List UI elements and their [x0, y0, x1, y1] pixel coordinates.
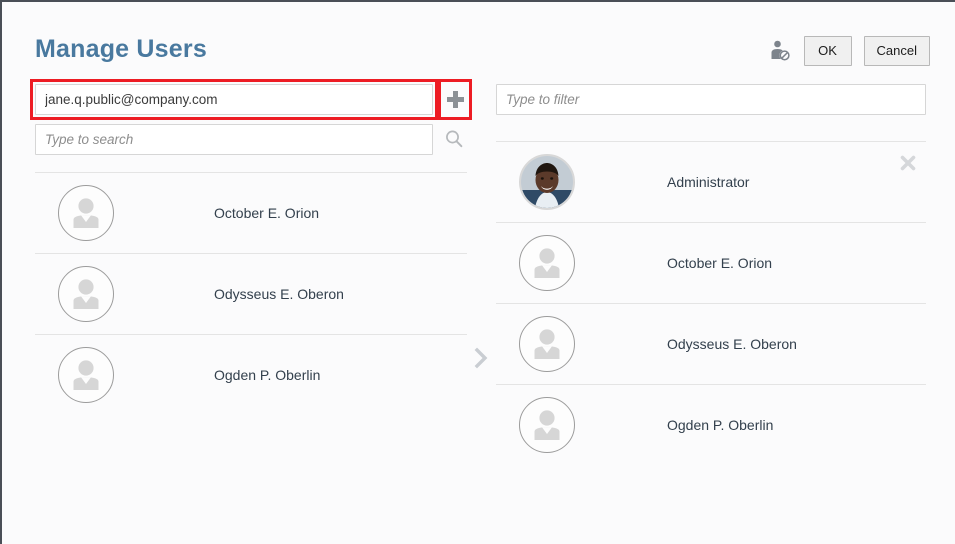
search-results-list: October E. Orion Odysseus E. Oberon Ogde… — [35, 172, 467, 415]
user-name: Ogden P. Oberlin — [667, 417, 774, 433]
search-input[interactable] — [35, 124, 433, 155]
list-item[interactable]: Odysseus E. Oberon — [496, 304, 926, 385]
user-name: Administrator — [667, 174, 750, 190]
transfer-to-right-button[interactable] — [469, 345, 493, 371]
add-user-row — [30, 79, 472, 120]
avatar — [519, 154, 575, 210]
user-name: Odysseus E. Oberon — [214, 286, 344, 302]
list-item[interactable]: Administrator — [496, 142, 926, 223]
user-photo — [521, 156, 573, 208]
filter-input[interactable] — [496, 84, 926, 115]
members-list: Administrator October E. Orion Odysseus … — [496, 141, 926, 465]
chevron-right-icon — [474, 347, 488, 369]
list-item[interactable]: Ogden P. Oberlin — [35, 335, 467, 415]
cancel-button[interactable]: Cancel — [863, 36, 930, 66]
close-icon — [900, 155, 916, 171]
user-name: October E. Orion — [214, 205, 320, 221]
search-button[interactable] — [442, 127, 466, 151]
right-panel: Administrator October E. Orion — [496, 84, 926, 465]
person-placeholder-icon — [73, 279, 99, 309]
person-placeholder-icon — [73, 198, 99, 228]
user-settings-icon — [768, 39, 792, 63]
avatar — [58, 347, 114, 403]
manage-users-dialog: Manage Users OK Cancel jane.q.public@com… — [0, 0, 955, 544]
page-title: Manage Users — [35, 35, 207, 63]
person-placeholder-icon — [534, 329, 560, 359]
list-item[interactable]: October E. Orion — [496, 223, 926, 304]
avatar — [58, 185, 114, 241]
search-row — [35, 124, 463, 155]
avatar — [519, 397, 575, 453]
left-panel: October E. Orion Odysseus E. Oberon — [30, 79, 472, 415]
email-input[interactable] — [35, 84, 433, 115]
avatar — [519, 316, 575, 372]
list-item[interactable]: Ogden P. Oberlin — [496, 385, 926, 465]
avatar — [58, 266, 114, 322]
header-actions: OK Cancel — [768, 36, 930, 66]
person-placeholder-icon — [534, 410, 560, 440]
list-item[interactable]: October E. Orion — [35, 173, 467, 254]
list-item[interactable]: Odysseus E. Oberon — [35, 254, 467, 335]
search-icon — [446, 130, 463, 148]
ok-button[interactable]: OK — [803, 36, 852, 66]
plus-icon — [446, 91, 464, 108]
add-user-button[interactable] — [443, 84, 467, 115]
remove-member-button[interactable] — [896, 151, 920, 175]
person-placeholder-icon — [73, 360, 99, 390]
filter-row — [496, 84, 926, 115]
user-name: Ogden P. Oberlin — [214, 367, 321, 383]
avatar — [519, 235, 575, 291]
user-name: October E. Orion — [667, 255, 773, 271]
user-name: Odysseus E. Oberon — [667, 336, 797, 352]
person-placeholder-icon — [534, 248, 560, 278]
